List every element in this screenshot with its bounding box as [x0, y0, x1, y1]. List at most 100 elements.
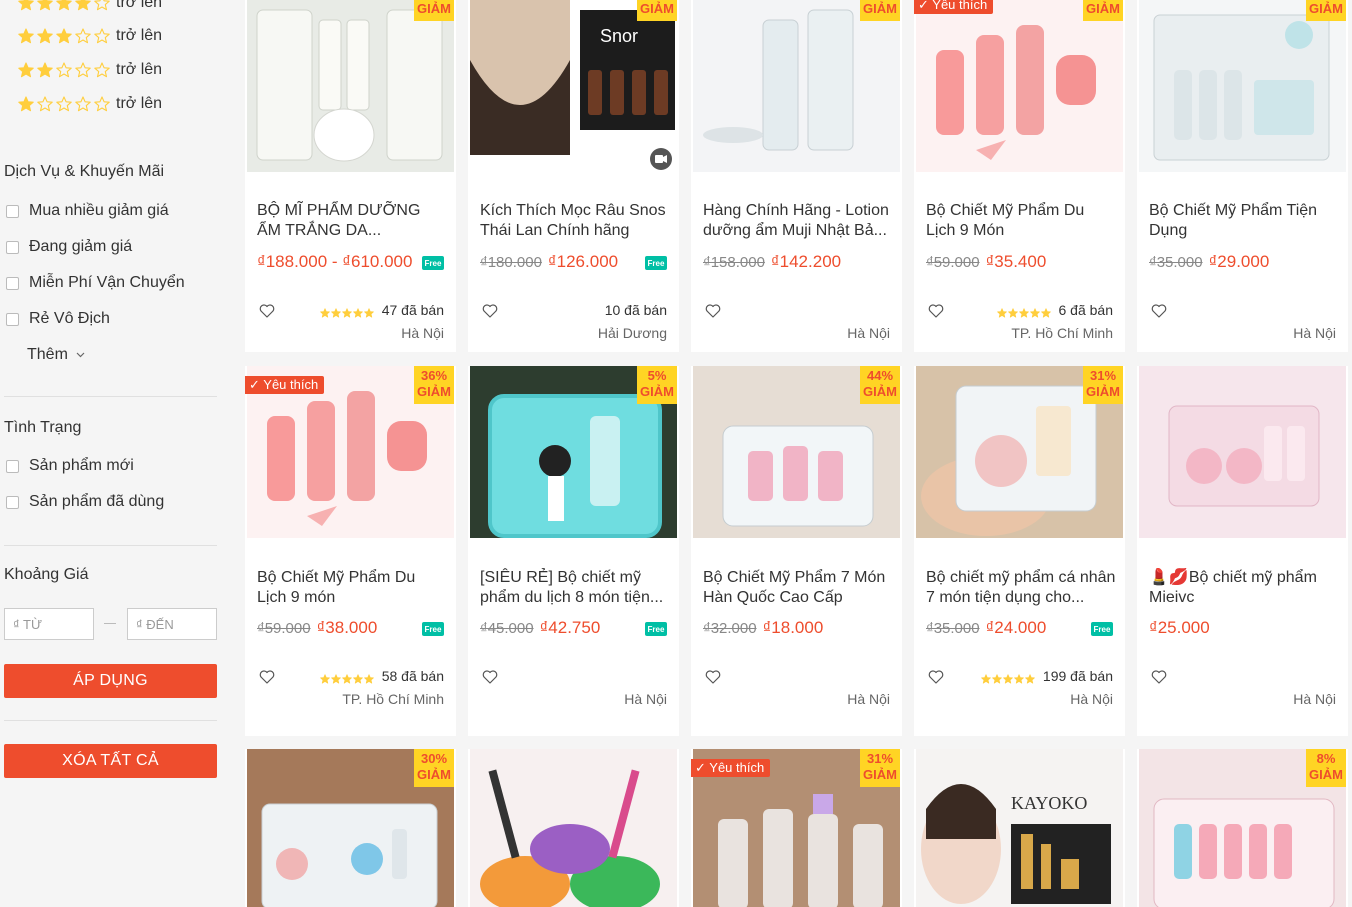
heart-icon[interactable]: [259, 669, 275, 685]
chevron-down-icon: [76, 352, 85, 358]
rating-filter-1[interactable]: trở lên: [18, 94, 162, 114]
discount-badge: 30% GIẢM: [414, 749, 454, 787]
heart-icon[interactable]: [705, 303, 721, 319]
star-icon: [1029, 305, 1040, 318]
product-card[interactable]: [468, 749, 679, 907]
sale-price: ₫24.000: [985, 618, 1047, 637]
product-card[interactable]: 8% GIẢM: [1137, 749, 1348, 907]
product-card[interactable]: 31% GIẢM ✓ Yêu thích: [691, 749, 902, 907]
svg-text:Snor: Snor: [600, 26, 638, 46]
heart-icon[interactable]: [928, 303, 944, 319]
product-name[interactable]: Bộ Chiết Mỹ Phẩm Tiện Dụng: [1149, 201, 1339, 241]
services-option[interactable]: Mua nhiều giảm giá: [6, 201, 169, 221]
shop-location: TP. Hồ Chí Minh: [1011, 325, 1113, 341]
price-dash: [104, 623, 116, 624]
more-filters-button[interactable]: Thêm: [27, 346, 85, 364]
star-icon: [94, 28, 110, 44]
clear-all-button[interactable]: XÓA TẤT CẢ: [4, 744, 217, 778]
rating-filter-3[interactable]: trở lên: [18, 26, 162, 46]
product-card[interactable]: 31% GIẢM Bộ chiết mỹ phẩm cá nhân 7 món ti…: [914, 366, 1125, 736]
product-image[interactable]: KAYOKO: [916, 749, 1123, 907]
original-price: ₫59.000: [257, 620, 311, 637]
discount-badge: 31% GIẢM: [1083, 366, 1123, 404]
price-to-input[interactable]: ₫ ĐẾN: [127, 608, 217, 640]
checkbox[interactable]: [6, 240, 19, 254]
heart-icon[interactable]: [482, 303, 498, 319]
conditions-option[interactable]: Sản phẩm mới: [6, 456, 134, 476]
product-name[interactable]: Bộ Chiết Mỹ Phẩm 7 Món Hàn Quốc Cao Cấp: [703, 568, 893, 608]
svg-text:KAYOKO: KAYOKO: [1011, 793, 1087, 813]
heart-icon[interactable]: [259, 303, 275, 319]
product-image[interactable]: [916, 0, 1123, 172]
product-card[interactable]: 36% GIẢM ✓ Yêu thích Bộ Chiết Mỹ Phẩm Du Lị…: [245, 366, 456, 736]
heart-icon[interactable]: [1151, 303, 1167, 319]
product-card[interactable]: 44% GIẢM Bộ Chiết Mỹ Phẩm 7 Món Hàn Quốc C…: [691, 366, 902, 736]
product-name[interactable]: Kích Thích Mọc Râu Snos Thái Lan Chính h…: [480, 201, 670, 241]
product-card[interactable]: 5% GIẢM [SIÊU RẺ] Bộ chiết mỹ phẩm du lịch…: [468, 366, 679, 736]
product-image[interactable]: [1139, 366, 1346, 538]
price-from-input[interactable]: ₫ TỪ: [4, 608, 94, 640]
checkbox[interactable]: [6, 204, 19, 218]
checkbox[interactable]: [6, 312, 19, 326]
star-icon: [75, 28, 91, 44]
heart-icon[interactable]: [482, 669, 498, 685]
product-name[interactable]: 💄💋Bộ chiết mỹ phẩm Mieivc: [1149, 568, 1339, 608]
product-card[interactable]: 💄💋Bộ chiết mỹ phẩm Mieivc ₫25.000 Hà Nội: [1137, 366, 1348, 736]
product-name[interactable]: Bộ chiết mỹ phẩm cá nhân 7 món tiện dụng…: [926, 568, 1116, 608]
product-card[interactable]: GIẢM Hàng Chính Hãng - Lotion dưỡng ẩm Mu…: [691, 0, 902, 352]
product-card[interactable]: 30% GIẢM: [245, 749, 456, 907]
product-name[interactable]: BỘ MĨ PHẨM DƯỠNG ẨM TRẮNG DA...: [257, 201, 447, 241]
rating-stars: [18, 28, 110, 44]
divider: [4, 545, 217, 546]
shop-location: TP. Hồ Chí Minh: [342, 691, 444, 707]
star-icon: [18, 28, 34, 44]
product-price: ₫180.000 ₫126.000: [480, 252, 618, 272]
product-price: ₫59.000 ₫35.400: [926, 252, 1046, 272]
original-price: ₫59.000: [926, 254, 980, 271]
rating-filter-4[interactable]: trở lên: [18, 0, 162, 13]
checkbox[interactable]: [6, 276, 19, 290]
conditions-option[interactable]: Sản phẩm đã dùng: [6, 492, 164, 512]
discount-badge: GIẢM: [637, 0, 677, 21]
product-image[interactable]: Snor: [470, 0, 677, 172]
apply-button[interactable]: ÁP DỤNG: [4, 664, 217, 698]
rating-stars: [18, 62, 110, 78]
star-icon: [94, 0, 110, 11]
free-shipping-icon: Free: [422, 256, 444, 270]
product-name[interactable]: Bộ Chiết Mỹ Phẩm Du Lịch 9 món: [257, 568, 447, 608]
services-option[interactable]: Rẻ Vô Địch: [6, 309, 110, 329]
product-card[interactable]: GIẢM Bộ Chiết Mỹ Phẩm Tiện Dụng ₫35.000 ₫29…: [1137, 0, 1348, 352]
rating-filter-2[interactable]: trở lên: [18, 60, 162, 80]
rating-suffix: trở lên: [116, 61, 163, 78]
checkbox[interactable]: [6, 459, 19, 473]
heart-icon[interactable]: [705, 669, 721, 685]
product-card[interactable]: GIẢM ✓ Yêu thích Bộ Chiết Mỹ Phẩm Du Lịch …: [914, 0, 1125, 352]
services-option[interactable]: Miễn Phí Vận Chuyển: [6, 273, 185, 293]
product-name[interactable]: Bộ Chiết Mỹ Phẩm Du Lịch 9 Món: [926, 201, 1116, 241]
services-option[interactable]: Đang giảm giá: [6, 237, 132, 257]
product-card[interactable]: GIẢM BỘ MĨ PHẨM DƯỠNG ẨM TRẮNG DA... ₫188.…: [245, 0, 456, 352]
option-label: Sản phẩm đã dùng: [29, 493, 165, 510]
sold-info: 6 đã bán: [996, 302, 1113, 318]
product-card[interactable]: Snor GIẢM Kích Thích Mọc Râu Snos Thái La…: [468, 0, 679, 352]
star-icon: [18, 0, 34, 11]
discount-badge: 8% GIẢM: [1306, 749, 1346, 787]
discount-badge: 5% GIẢM: [637, 366, 677, 404]
star-icon: [981, 671, 991, 684]
sale-price: ₫126.000: [547, 252, 619, 271]
rating-stars: [996, 305, 1051, 318]
checkbox[interactable]: [6, 495, 19, 509]
product-image[interactable]: [247, 0, 454, 172]
free-shipping-icon: Free: [645, 256, 667, 270]
star-icon: [56, 62, 72, 78]
star-icon: [319, 305, 330, 318]
product-image[interactable]: [470, 749, 677, 907]
heart-icon[interactable]: [928, 669, 944, 685]
product-image[interactable]: [1139, 0, 1346, 172]
heart-icon[interactable]: [1151, 669, 1167, 685]
product-name[interactable]: [SIÊU RẺ] Bộ chiết mỹ phẩm du lịch 8 món…: [480, 568, 670, 608]
product-image[interactable]: [693, 0, 900, 172]
product-card[interactable]: KAYOKO: [914, 749, 1125, 907]
product-name[interactable]: Hàng Chính Hãng - Lotion dưỡng ẩm Muji N…: [703, 201, 893, 241]
star-icon: [94, 62, 110, 78]
